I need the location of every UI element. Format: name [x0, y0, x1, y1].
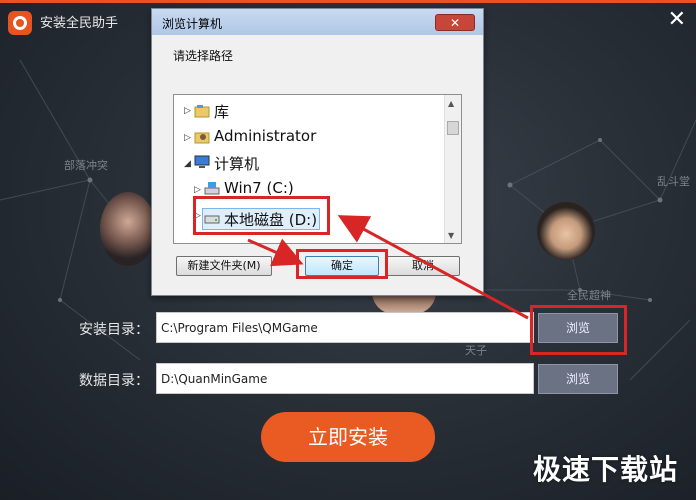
- annotation-arrow: [337, 215, 529, 320]
- annotation-arrows: [247, 215, 529, 320]
- annotation-arrow: [247, 238, 304, 267]
